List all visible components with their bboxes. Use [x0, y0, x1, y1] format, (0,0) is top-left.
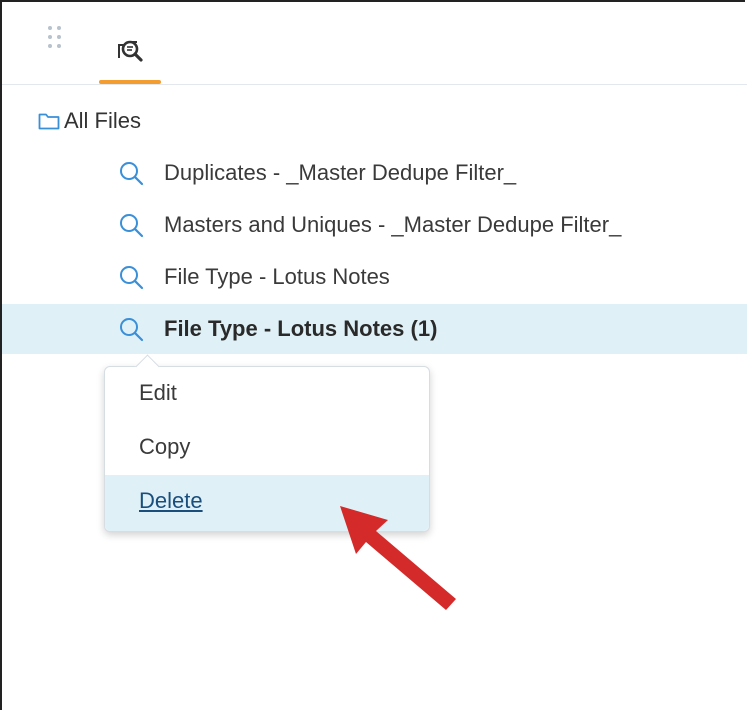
red-arrow-annotation-icon — [340, 506, 456, 610]
search-icon — [120, 214, 144, 238]
tree-item-label: File Type - Lotus Notes (1) — [164, 316, 438, 341]
tree-item-masters-and-uniques[interactable]: Masters and Uniques - _Master Dedupe Fil… — [2, 200, 747, 250]
tab-saved-searches[interactable] — [99, 8, 161, 84]
tree-root-label: All Files — [64, 108, 142, 133]
tree-item-file-type-lotus-notes[interactable]: File Type - Lotus Notes — [2, 252, 747, 302]
search-icon — [120, 266, 144, 290]
tree-root-all-files[interactable]: All Files — [2, 102, 747, 142]
tree-item-label: Masters and Uniques - _Master Dedupe Fil… — [164, 212, 622, 237]
tree-item-duplicates[interactable]: Duplicates - _Master Dedupe Filter_ — [2, 148, 747, 198]
menu-item-label: Copy — [139, 434, 191, 459]
tree-item-label: File Type - Lotus Notes — [164, 264, 390, 289]
menu-item-label: Delete — [139, 488, 203, 513]
active-tab-indicator — [99, 80, 161, 84]
menu-item-label: Edit — [139, 380, 177, 405]
menu-item-copy[interactable]: Copy — [105, 421, 429, 475]
search-icon — [120, 318, 144, 342]
tree-item-file-type-lotus-notes-1[interactable]: File Type - Lotus Notes (1) — [2, 304, 747, 354]
folder-icon — [38, 113, 60, 130]
menu-item-edit[interactable]: Edit — [105, 367, 429, 421]
saved-search-icon — [118, 40, 143, 62]
toolbar — [2, 2, 747, 85]
search-icon — [120, 162, 144, 186]
drag-handle-icon[interactable] — [48, 26, 68, 60]
tree-item-label: Duplicates - _Master Dedupe Filter_ — [164, 160, 517, 185]
